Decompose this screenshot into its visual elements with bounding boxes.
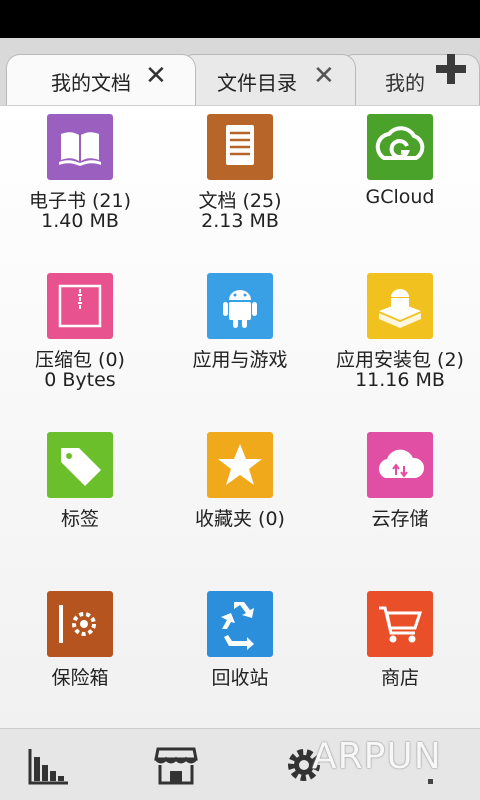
watermark-text: ARPUN <box>312 736 442 777</box>
recycle-icon <box>207 591 273 657</box>
category-favorites[interactable]: 收藏夹 (0) <box>160 424 320 583</box>
cloud-icon <box>367 432 433 498</box>
category-size: 11.16 MB <box>355 369 445 391</box>
category-label: 电子书 (21) <box>28 190 132 212</box>
safe-icon <box>47 591 113 657</box>
stats-icon[interactable] <box>26 743 74 787</box>
category-label: GCloud <box>365 186 435 208</box>
category-label: 云存储 <box>371 508 429 530</box>
category-label: 应用与游戏 <box>192 349 288 371</box>
category-store[interactable]: 商店 <box>320 583 480 742</box>
category-label: 商店 <box>380 667 419 689</box>
category-size: 0 Bytes <box>44 369 116 391</box>
status-bar <box>0 0 480 38</box>
tab-bar: 我的文档 ✕ 文件目录 ✕ 我的 <box>0 38 480 106</box>
store-icon[interactable] <box>152 743 200 787</box>
category-label: 压缩包 (0) <box>35 349 125 371</box>
android-icon <box>207 273 273 339</box>
zip-icon <box>47 273 113 339</box>
tab-file-directory[interactable]: 文件目录 ✕ <box>180 54 356 105</box>
category-recycle-bin[interactable]: 回收站 <box>160 583 320 742</box>
category-archives[interactable]: 压缩包 (0) 0 Bytes <box>0 265 160 424</box>
category-label: 收藏夹 (0) <box>195 508 285 530</box>
document-icon <box>207 114 273 180</box>
category-grid: 电子书 (21) 1.40 MB 文档 (25) 2.13 MB GCloud … <box>0 106 480 728</box>
category-apk[interactable]: 应用安装包 (2) 11.16 MB <box>320 265 480 424</box>
category-label: 应用安装包 (2) <box>336 349 464 371</box>
category-label: 标签 <box>60 508 99 530</box>
category-cloud-storage[interactable]: 云存储 <box>320 424 480 583</box>
cart-icon <box>367 591 433 657</box>
tab-label: 文件目录 <box>217 71 297 95</box>
category-ebooks[interactable]: 电子书 (21) 1.40 MB <box>0 106 160 265</box>
category-gcloud[interactable]: GCloud <box>320 106 480 265</box>
tab-label: 我的 <box>385 71 425 95</box>
apk-icon <box>367 273 433 339</box>
tag-icon <box>47 432 113 498</box>
category-documents[interactable]: 文档 (25) 2.13 MB <box>160 106 320 265</box>
book-icon <box>47 114 113 180</box>
category-label: 回收站 <box>211 667 269 689</box>
category-safe[interactable]: 保险箱 <box>0 583 160 742</box>
category-size: 2.13 MB <box>201 210 279 232</box>
tab-label: 我的文档 <box>51 71 131 95</box>
star-icon <box>207 432 273 498</box>
plus-icon[interactable] <box>434 52 468 86</box>
category-label: 文档 (25) <box>198 190 282 212</box>
gcloud-icon <box>367 114 433 180</box>
tab-my-documents[interactable]: 我的文档 ✕ <box>6 54 196 105</box>
category-label: 保险箱 <box>51 667 109 689</box>
category-tags[interactable]: 标签 <box>0 424 160 583</box>
category-size: 1.40 MB <box>41 210 119 232</box>
close-icon[interactable]: ✕ <box>313 63 335 89</box>
close-icon[interactable]: ✕ <box>145 63 167 89</box>
category-apps-games[interactable]: 应用与游戏 <box>160 265 320 424</box>
